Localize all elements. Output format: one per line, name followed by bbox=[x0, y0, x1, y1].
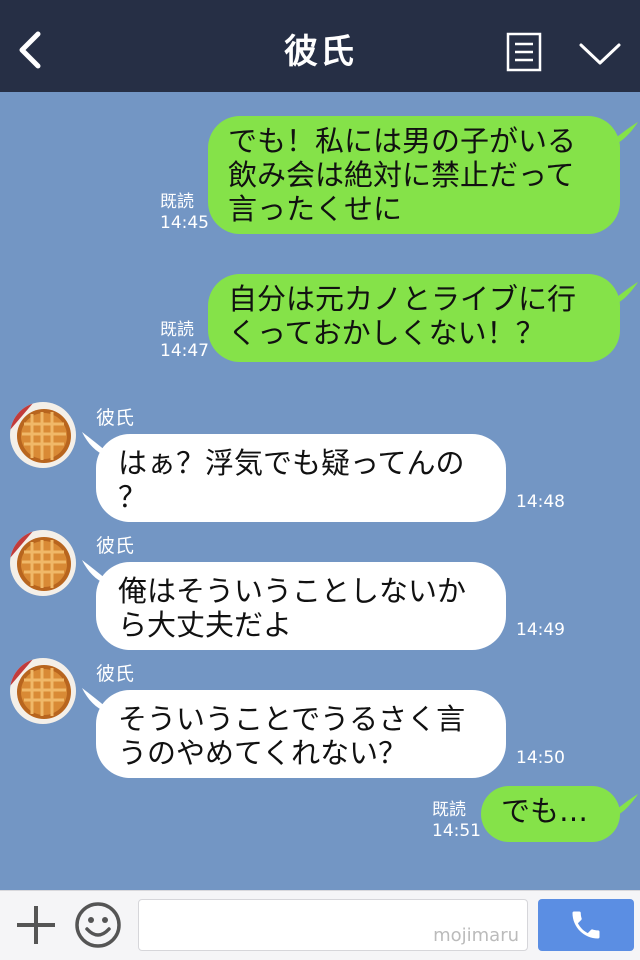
call-button[interactable] bbox=[538, 899, 634, 951]
sender-name: 彼氏 bbox=[96, 663, 135, 685]
message-line: でも… bbox=[501, 794, 589, 828]
message-line: はぁ？浮気でも疑ってんの bbox=[118, 446, 465, 480]
phone-icon bbox=[572, 911, 600, 939]
message-line: でも！私には男の子がいる bbox=[228, 124, 577, 158]
message-bubble[interactable]: はぁ？浮気でも疑ってんの ？ bbox=[96, 434, 506, 522]
apple-pie-avatar-image bbox=[10, 658, 76, 724]
message-list[interactable]: 既読 14:45 でも！私には男の子がいる 飲み会は絶対に禁止だって 言ったくせ… bbox=[0, 92, 640, 890]
message-line: うのやめてくれない？ bbox=[118, 736, 408, 770]
message-bubble[interactable]: 俺はそういうことしないか ら大丈夫だよ bbox=[96, 562, 506, 650]
read-label: 既読 bbox=[160, 192, 194, 212]
message-line: 自分は元カノとライブに行 bbox=[228, 282, 577, 316]
avatar[interactable] bbox=[10, 402, 76, 468]
smiley-icon[interactable] bbox=[74, 901, 122, 949]
read-receipt: 既読 14:51 bbox=[432, 800, 481, 842]
sender-name: 彼氏 bbox=[96, 535, 135, 557]
read-receipt: 既読 14:47 bbox=[160, 320, 209, 362]
chevron-down-icon[interactable] bbox=[578, 40, 622, 68]
sender-name: 彼氏 bbox=[96, 407, 135, 429]
message-bubble[interactable]: 自分は元カノとライブに行 くっておかしくない！？ bbox=[208, 274, 620, 362]
read-label: 既読 bbox=[432, 800, 466, 820]
message-time: 14:50 bbox=[516, 748, 565, 768]
watermark-text: mojimaru bbox=[433, 925, 519, 946]
message-line: 俺はそういうことしないか bbox=[118, 574, 467, 608]
message-line: 言ったくせに bbox=[228, 192, 403, 226]
message-line: ？ bbox=[118, 480, 148, 514]
message-time: 14:51 bbox=[432, 821, 481, 841]
message-bubble[interactable]: でも！私には男の子がいる 飲み会は絶対に禁止だって 言ったくせに bbox=[208, 116, 620, 234]
message-input[interactable]: mojimaru bbox=[138, 899, 528, 951]
read-receipt: 既読 14:45 bbox=[160, 192, 209, 234]
message-line: ら大丈夫だよ bbox=[118, 608, 293, 642]
apple-pie-avatar-image bbox=[10, 402, 76, 468]
read-label: 既読 bbox=[160, 320, 194, 340]
avatar[interactable] bbox=[10, 658, 76, 724]
menu-icon[interactable] bbox=[506, 32, 542, 72]
avatar[interactable] bbox=[10, 530, 76, 596]
message-line: 飲み会は絶対に禁止だって bbox=[228, 158, 575, 192]
message-bubble[interactable]: そういうことでうるさく言 うのやめてくれない？ bbox=[96, 690, 506, 778]
apple-pie-avatar-image bbox=[10, 530, 76, 596]
message-line: くっておかしくない！？ bbox=[228, 316, 545, 350]
input-bar: mojimaru bbox=[0, 890, 640, 960]
plus-icon[interactable] bbox=[14, 903, 58, 947]
message-time: 14:49 bbox=[516, 620, 565, 640]
message-time: 14:45 bbox=[160, 213, 209, 233]
message-time: 14:47 bbox=[160, 341, 209, 361]
message-time: 14:48 bbox=[516, 492, 565, 512]
message-line: そういうことでうるさく言 bbox=[118, 702, 466, 736]
chat-header: 彼氏 bbox=[0, 0, 640, 92]
chat-title: 彼氏 bbox=[284, 32, 356, 72]
message-bubble[interactable]: でも… bbox=[481, 786, 620, 842]
